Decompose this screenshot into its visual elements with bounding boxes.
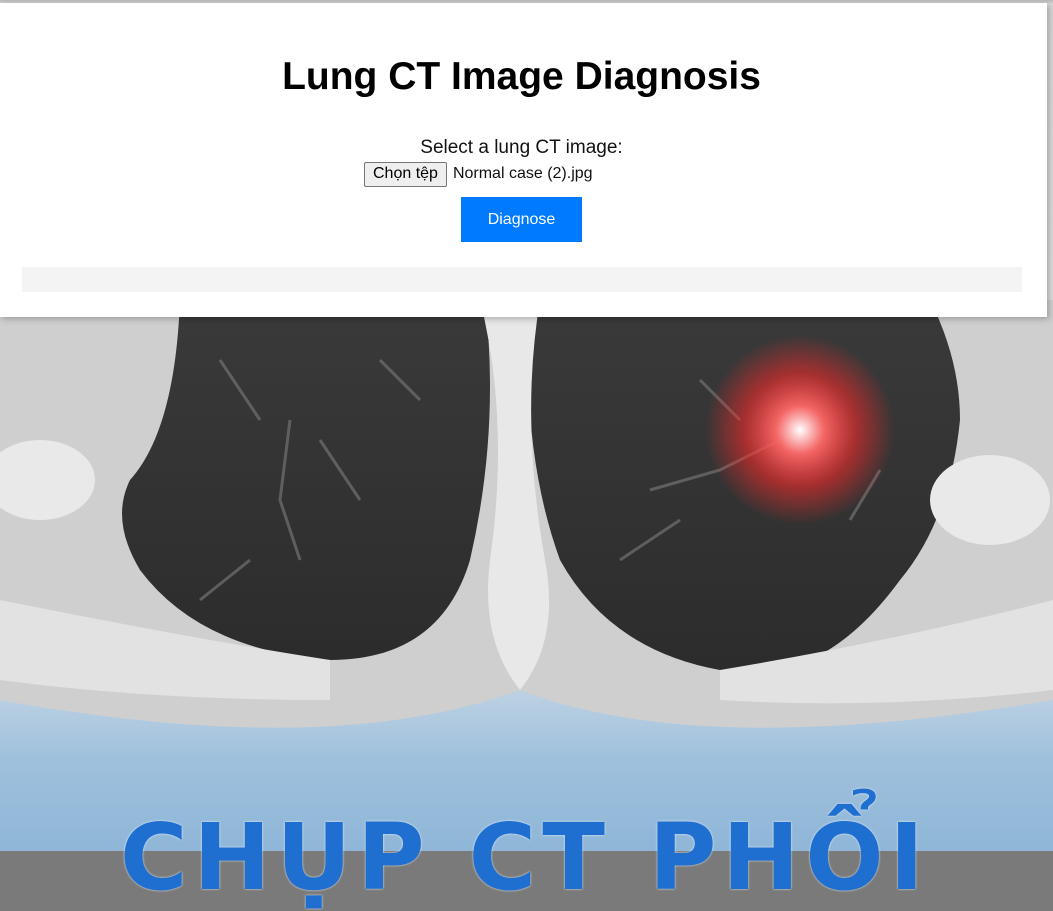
diagnose-button[interactable]: Diagnose bbox=[461, 197, 582, 242]
banner-text: CHỤP CT PHỔI bbox=[120, 804, 930, 911]
file-select-label: Select a lung CT image: bbox=[420, 137, 623, 158]
page-title: Lung CT Image Diagnosis bbox=[282, 55, 761, 98]
diagnosis-card: Lung CT Image Diagnosis Select a lung CT… bbox=[0, 3, 1047, 317]
left-lung-shape bbox=[122, 300, 490, 660]
file-input[interactable]: Chọn tệp Normal case (2).jpg bbox=[364, 161, 593, 187]
result-area bbox=[22, 267, 1022, 292]
tumor-highlight bbox=[705, 335, 895, 525]
selected-file-name: Normal case (2).jpg bbox=[452, 165, 593, 182]
choose-file-button[interactable]: Chọn tệp bbox=[364, 161, 447, 187]
